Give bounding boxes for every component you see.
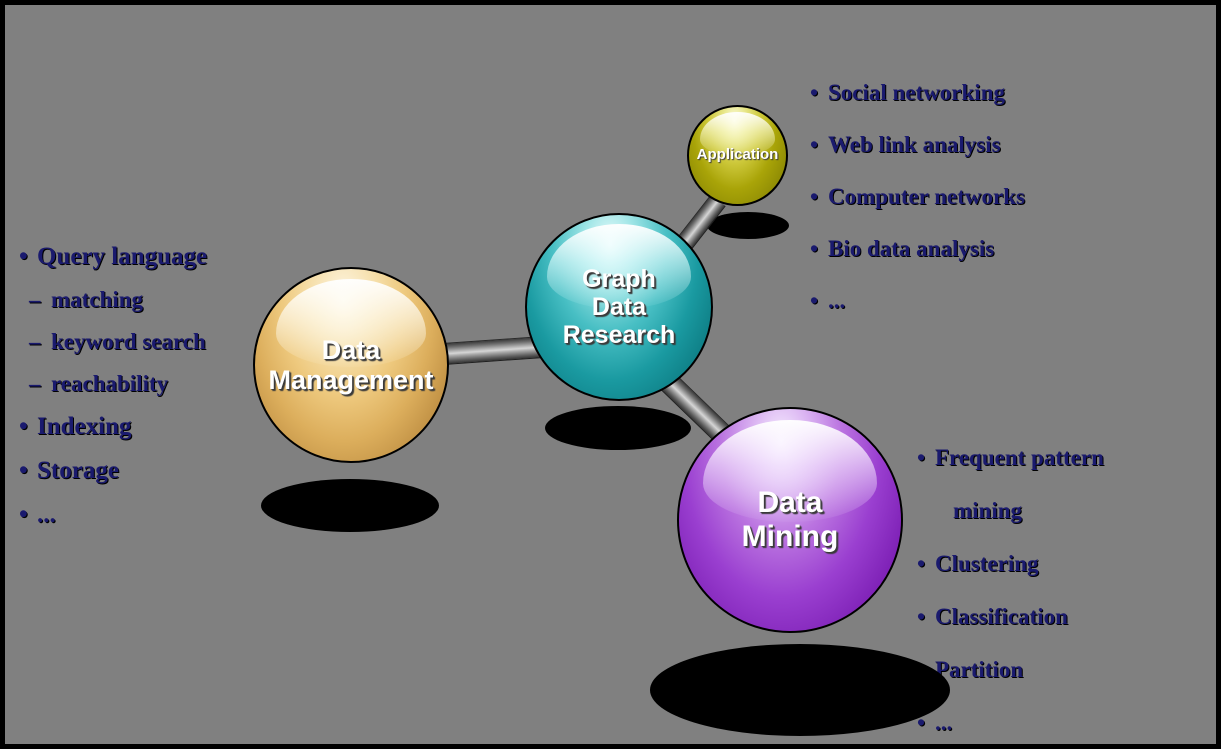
list-data-management-topics: • Query language – matching – keyword search –… [19, 243, 207, 545]
data-mining-topic-item: • Classification [917, 604, 1104, 630]
data-management-topic-item-label: ... [37, 501, 56, 528]
data-mining-topic-item-label: Frequent pattern [935, 445, 1104, 470]
node-label-application: Application [696, 146, 779, 164]
data-management-topic-item-label: Query language [37, 243, 208, 270]
data-management-topic-item: – reachability [19, 371, 207, 397]
data-management-topic-item: •... [19, 501, 207, 529]
dot-bullet-icon: • [19, 501, 28, 528]
data-mining-topic-item-label: mining [953, 498, 1023, 523]
shadow-data-mining [650, 644, 950, 736]
dot-bullet-icon: • [19, 243, 28, 270]
dot-bullet-icon: • [19, 413, 28, 440]
application-topic-item: •... [810, 288, 1025, 314]
application-topic-item-label: Web link analysis [828, 132, 1001, 157]
node-data-mining[interactable]: Data Mining [677, 407, 903, 633]
dot-bullet-icon: • [917, 604, 926, 629]
node-data-management[interactable]: Data Management [253, 267, 449, 463]
dot-bullet-icon: • [810, 184, 819, 209]
data-mining-topic-item-label: Classification [935, 604, 1068, 629]
data-mining-topic-item: •... [917, 710, 1104, 736]
dot-bullet-icon: • [917, 551, 926, 576]
application-topic-item-label: Bio data analysis [828, 236, 995, 261]
dash-bullet-icon: – [29, 287, 41, 312]
data-management-topic-item: • Indexing [19, 413, 207, 441]
list-data-mining-topics: • Frequent pattern mining • Clustering • Class… [917, 445, 1104, 744]
data-mining-topic-item: • Clustering [917, 551, 1104, 577]
node-label-data-mining: Data Mining [741, 486, 839, 553]
node-graph-data-research[interactable]: Graph Data Research [525, 213, 713, 401]
application-topic-item: • Web link analysis [810, 132, 1025, 158]
application-topic-item: • Social networking [810, 80, 1025, 106]
application-topic-item: • Bio data analysis [810, 236, 1025, 262]
data-management-topic-item-label: keyword search [51, 329, 206, 354]
slide-canvas: Data Management Graph Data Research Data… [0, 0, 1221, 749]
data-mining-topic-item: • Frequent pattern [917, 445, 1104, 471]
data-mining-topic-item-label: ... [935, 710, 953, 735]
shadow-data-management [261, 479, 439, 532]
data-management-topic-item: • Query language [19, 243, 207, 271]
dot-bullet-icon: • [810, 288, 819, 313]
dot-bullet-icon: • [917, 445, 926, 470]
data-management-topic-item: • Storage [19, 457, 207, 485]
dot-bullet-icon: • [810, 132, 819, 157]
application-topic-item-label: Social networking [828, 80, 1005, 105]
application-topic-item-label: ... [828, 288, 846, 313]
shadow-application [707, 212, 789, 239]
data-management-topic-item: – matching [19, 287, 207, 313]
data-management-topic-item-label: matching [51, 287, 143, 312]
dot-bullet-icon: • [19, 457, 28, 484]
data-mining-topic-item-label: Partition [935, 657, 1024, 682]
node-label-data-management: Data Management [268, 334, 434, 395]
dot-bullet-icon: • [810, 236, 819, 261]
application-topic-item-label: Computer networks [828, 184, 1025, 209]
dash-bullet-icon: – [29, 371, 41, 396]
list-application-topics: • Social networking • Web link analysis • Com… [810, 80, 1025, 340]
data-management-topic-item: – keyword search [19, 329, 207, 355]
application-topic-item: • Computer networks [810, 184, 1025, 210]
data-mining-topic-item: mining [917, 498, 1104, 524]
data-mining-topic-item-label: Clustering [935, 551, 1039, 576]
shadow-graph-data-research [545, 406, 691, 450]
data-management-topic-item-label: reachability [51, 371, 169, 396]
data-management-topic-item-label: Indexing [37, 413, 132, 440]
data-management-topic-item-label: Storage [37, 457, 119, 484]
dash-bullet-icon: – [29, 329, 41, 354]
dot-bullet-icon: • [810, 80, 819, 105]
node-application[interactable]: Application [687, 105, 788, 206]
node-label-graph-data-research: Graph Data Research [562, 265, 676, 349]
